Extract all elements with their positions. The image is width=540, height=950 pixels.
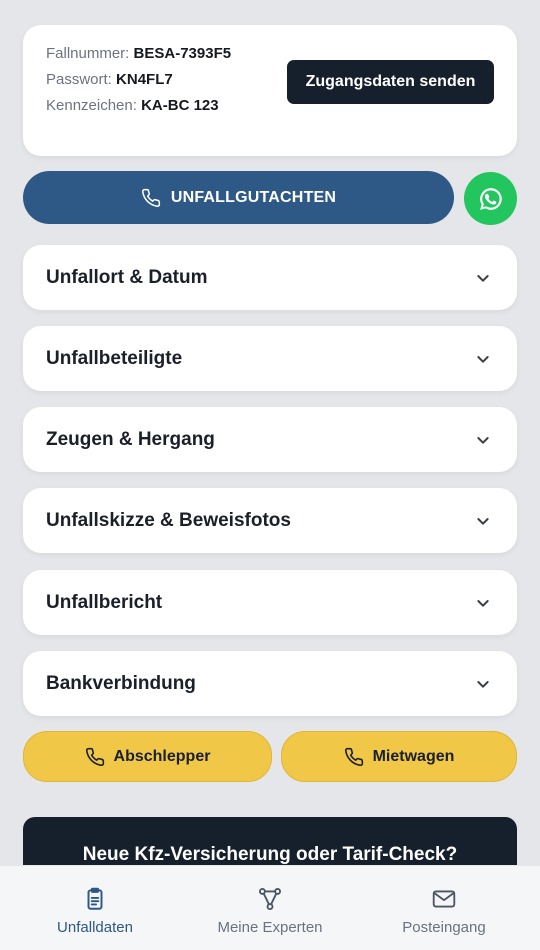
phone-icon xyxy=(344,747,363,766)
promo-title: Neue Kfz-Versicherung oder Tarif-Check? xyxy=(82,844,458,865)
section-sketch-photos[interactable]: Unfallskizze & Beweisfotos xyxy=(23,488,517,553)
case-number-row: Fallnummer: BESA-7393F5 xyxy=(46,45,231,62)
tab-label: Posteingang xyxy=(402,919,486,936)
license-plate-label: Kennzeichen: xyxy=(46,97,137,114)
tab-posteingang[interactable]: Posteingang xyxy=(354,866,534,950)
license-plate-row: Kennzeichen: KA-BC 123 xyxy=(46,97,219,114)
tab-meine-experten[interactable]: Meine Experten xyxy=(180,866,360,950)
section-label: Zeugen & Hergang xyxy=(46,428,215,450)
accident-report-label: UNFALLGUTACHTEN xyxy=(170,188,337,206)
whatsapp-icon xyxy=(479,187,502,210)
phone-icon xyxy=(85,747,104,766)
chevron-down-icon xyxy=(477,599,489,607)
password-row: Passwort: KN4FL7 xyxy=(46,71,173,88)
section-witnesses-course[interactable]: Zeugen & Hergang xyxy=(23,407,517,472)
section-label: Unfallbericht xyxy=(46,591,163,613)
tab-label: Unfalldaten xyxy=(57,919,133,936)
case-number-label: Fallnummer: xyxy=(46,45,130,62)
network-icon xyxy=(259,888,281,910)
phone-icon xyxy=(141,188,160,207)
towing-label: Abschlepper xyxy=(113,747,211,765)
section-accident-report[interactable]: Unfallbericht xyxy=(23,570,517,635)
towing-call-button[interactable]: Abschlepper xyxy=(23,731,272,782)
clipboard-icon xyxy=(87,887,103,910)
rental-car-call-button[interactable]: Mietwagen xyxy=(281,731,517,782)
chevron-down-icon xyxy=(477,274,489,282)
case-info-card: Fallnummer: BESA-7393F5 Passwort: KN4FL7… xyxy=(23,25,517,156)
chevron-down-icon xyxy=(477,517,489,525)
case-number-value: BESA-7393F5 xyxy=(133,45,232,62)
password-label: Passwort: xyxy=(46,71,112,88)
mail-icon xyxy=(432,890,456,908)
whatsapp-button[interactable] xyxy=(464,172,517,225)
section-bank-details[interactable]: Bankverbindung xyxy=(23,651,517,716)
section-label: Unfallbeteiligte xyxy=(46,347,183,369)
bottom-tab-bar: Unfalldaten Meine Experten Posteingang xyxy=(0,865,540,950)
section-label: Unfallort & Datum xyxy=(46,266,208,288)
accident-report-call-button[interactable]: UNFALLGUTACHTEN xyxy=(23,171,454,224)
section-label: Unfallskizze & Beweisfotos xyxy=(46,509,291,531)
license-plate-value: KA-BC 123 xyxy=(141,97,219,114)
chevron-down-icon xyxy=(477,355,489,363)
tab-label: Meine Experten xyxy=(217,919,323,936)
tab-unfalldaten[interactable]: Unfalldaten xyxy=(5,866,185,950)
section-accident-parties[interactable]: Unfallbeteiligte xyxy=(23,326,517,391)
send-credentials-button[interactable]: Zugangsdaten senden xyxy=(287,60,494,104)
rental-car-label: Mietwagen xyxy=(372,747,455,765)
chevron-down-icon xyxy=(477,436,489,444)
chevron-down-icon xyxy=(477,680,489,688)
section-label: Bankverbindung xyxy=(46,672,196,694)
section-accident-location-date[interactable]: Unfallort & Datum xyxy=(23,245,517,310)
password-value: KN4FL7 xyxy=(116,71,173,88)
